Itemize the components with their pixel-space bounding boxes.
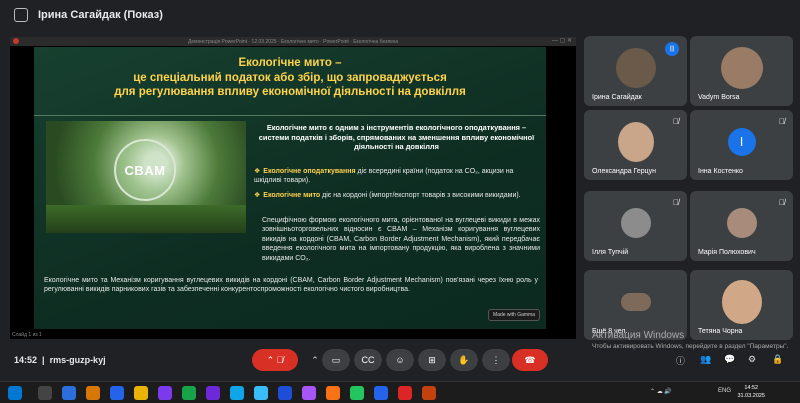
presenter-label: Ірина Сагайдак (Показ) (38, 9, 163, 21)
participant-tile[interactable]: 🎙̸ Олександра Герцун (584, 110, 687, 180)
cbam-paragraph: Специфічною формою екологічного мита, ор… (262, 217, 540, 262)
task-view-icon[interactable] (38, 386, 52, 400)
app-icon[interactable] (278, 386, 292, 400)
ppt-title-bar: Демонстрація PowerPoint · 12.03.2025 · Е… (10, 37, 576, 46)
slide-title: Екологічне мито – це спеціальний податок … (114, 57, 466, 98)
tray-icons[interactable]: ⌃ ☁ 🔊 (650, 388, 672, 395)
file-explorer-icon[interactable] (86, 386, 100, 400)
avatar (617, 121, 654, 162)
avatar (726, 207, 757, 238)
shared-screen: Демонстрація PowerPoint · 12.03.2025 · Е… (10, 37, 576, 339)
powerpoint-icon[interactable] (422, 386, 436, 400)
present-button[interactable]: ⊞ (418, 349, 446, 371)
chrome-active-icon[interactable] (398, 386, 412, 400)
window-controls-icon: — ▢ ✕ (551, 38, 572, 44)
speaking-icon: ||| (665, 42, 679, 56)
windows-taskbar: ⌃ ☁ 🔊 ENG 14:52 31.03.2025 (0, 381, 800, 403)
bullet-duty: ❖ Екологічне мито діє на кордоні (імпорт/… (254, 192, 521, 199)
chrome-icon[interactable] (350, 386, 364, 400)
participant-tile[interactable]: 🎙̸ Марія Полюхович (690, 191, 793, 261)
video-options-icon[interactable]: ⌃ (308, 349, 322, 371)
more-options-button[interactable]: ⋮ (482, 349, 510, 371)
mic-off-icon: 🎙̸ (673, 117, 679, 126)
participant-tile[interactable]: Vadym Borsa (690, 36, 793, 106)
mic-toggle-button[interactable]: ⌃ 🎙̸ (252, 349, 298, 371)
edge-icon[interactable] (230, 386, 244, 400)
app-icon[interactable] (182, 386, 196, 400)
start-icon[interactable] (8, 386, 22, 400)
avatar-initial: І (727, 127, 756, 156)
host-controls-icon[interactable]: 🔒 (772, 354, 783, 365)
word-icon[interactable] (374, 386, 388, 400)
participant-tile[interactable]: ||| Ірина Сагайдак (584, 36, 687, 106)
participant-tile[interactable]: Тетяна Чорна (690, 270, 793, 340)
slide-intro: Екологічне мито є одним з інструментів е… (258, 123, 535, 152)
activities-icon[interactable]: ⚙ (748, 354, 756, 365)
gamma-badge[interactable]: Made with Gamma (488, 309, 540, 321)
raise-hand-button[interactable]: ✋ (450, 349, 478, 371)
windows-activation-title: Активация Windows (592, 330, 685, 341)
app-icon[interactable] (62, 386, 76, 400)
avatar-group (620, 292, 651, 311)
emoji-button[interactable]: ☺ (386, 349, 414, 371)
cbam-photo: CBAM (46, 121, 246, 233)
telegram-icon[interactable] (254, 386, 268, 400)
language-indicator[interactable]: ENG (718, 388, 731, 394)
folder-icon[interactable] (134, 386, 148, 400)
avatar (620, 207, 651, 238)
ppt-window-title: Демонстрація PowerPoint · 12.03.2025 · Е… (187, 38, 399, 45)
viber-icon[interactable] (302, 386, 316, 400)
leave-call-button[interactable]: ☎ (512, 349, 548, 371)
participant-tile[interactable]: І 🎙̸ Інна Костенко (690, 110, 793, 180)
presentation-icon (14, 8, 28, 22)
captions-button[interactable]: CC (354, 349, 382, 371)
grass-decor (46, 205, 246, 233)
avatar (615, 47, 656, 88)
zoom-icon[interactable] (110, 386, 124, 400)
participant-tile[interactable]: 🎙̸ Ілля Тупчій (584, 191, 687, 261)
people-icon[interactable]: 👥 (700, 354, 711, 365)
slide-divider (34, 115, 546, 116)
top-bar: Ірина Сагайдак (Показ) (0, 0, 800, 30)
slide-counter: Слайд 1 из 1 (12, 332, 42, 338)
bullet-tax: ❖ Екологічне оподаткування діє всередині … (254, 168, 514, 185)
teams-icon[interactable] (206, 386, 220, 400)
chat-icon[interactable]: 💬 (724, 354, 735, 365)
diamond-bullet-icon: ❖ (254, 168, 261, 175)
camera-button[interactable]: ▭ (322, 349, 350, 371)
ppt-icon (13, 38, 19, 44)
avatar (721, 279, 762, 324)
meeting-info: 14:52 | rms-guzp-kyj (14, 355, 106, 365)
meeting-controls: 14:52 | rms-guzp-kyj ⌃ 🎙̸ ⌃ ▭ CC ☺ ⊞ ✋ ⋮… (0, 346, 800, 376)
cbam-bubble: CBAM (114, 139, 176, 201)
mic-off-icon: 🎙̸ (779, 198, 785, 207)
diamond-bullet-icon: ❖ (254, 192, 261, 199)
mic-off-icon: 🎙̸ (779, 117, 785, 126)
app-icon[interactable] (158, 386, 172, 400)
bottom-paragraph: Екологічне мито та Механізм коригування … (44, 277, 538, 294)
clock[interactable]: 14:52 31.03.2025 (737, 385, 765, 400)
avatar (720, 46, 763, 89)
mic-off-icon: 🎙̸ (673, 198, 679, 207)
info-icon[interactable]: ⓘ (676, 354, 685, 367)
firefox-icon[interactable] (326, 386, 340, 400)
slide: Екологічне мито – це спеціальний податок … (34, 47, 546, 329)
